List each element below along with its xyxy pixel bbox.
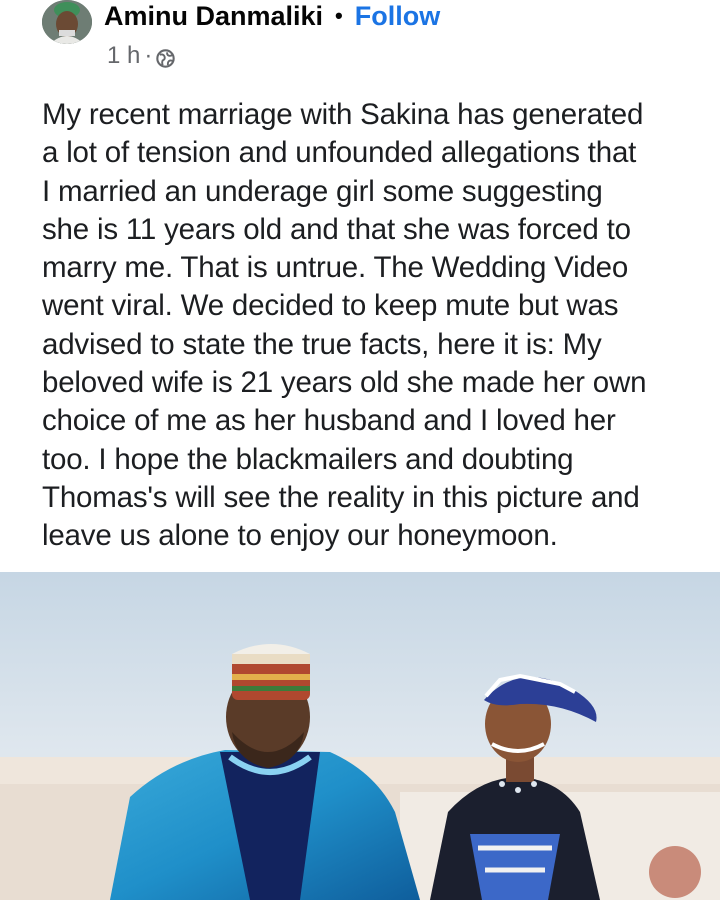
post-header: Aminu Danmaliki • Follow 1 h · <box>0 0 720 80</box>
author-row: Aminu Danmaliki • Follow <box>104 0 440 32</box>
post-text-line: I married an underage girl some suggesti… <box>42 174 603 208</box>
post-text-line: My recent marriage with Sakina has gener… <box>42 98 644 131</box>
post-text-line: beloved wife is 21 years old she made he… <box>42 366 647 400</box>
facebook-post: Aminu Danmaliki • Follow 1 h · My recent… <box>0 0 720 900</box>
meta-separator: · <box>144 42 153 69</box>
post-body-text: My recent marriage with Sakina has gener… <box>42 96 692 556</box>
post-text-line: choice of me as her husband and I loved … <box>42 404 616 438</box>
author-avatar[interactable] <box>42 0 92 44</box>
post-text-line: she is 11 years old and that she was for… <box>42 212 631 246</box>
post-photo[interactable] <box>0 572 720 900</box>
avatar-image <box>42 0 92 44</box>
post-text-line: Thomas's will see the reality in this pi… <box>42 480 640 514</box>
post-text-line: too. I hope the blackmailers and doubtin… <box>42 442 574 476</box>
post-meta: 1 h · <box>107 40 176 72</box>
post-text-line: advised to state the true facts, here it… <box>42 327 602 361</box>
post-text-line: a lot of tension and unfounded allegatio… <box>42 136 637 170</box>
post-text-line: marry me. That is untrue. The Wedding Vi… <box>42 251 629 285</box>
name-follow-separator: • <box>335 3 343 28</box>
follow-button[interactable]: Follow <box>355 1 440 32</box>
post-text-line: went viral. We decided to keep mute but … <box>42 289 619 323</box>
couple-photo-image <box>0 572 720 900</box>
post-text-line: leave us alone to enjoy our honeymoon. <box>42 519 558 553</box>
author-name[interactable]: Aminu Danmaliki <box>104 1 323 32</box>
globe-icon[interactable] <box>156 47 176 68</box>
post-timestamp[interactable]: 1 h <box>107 42 140 70</box>
